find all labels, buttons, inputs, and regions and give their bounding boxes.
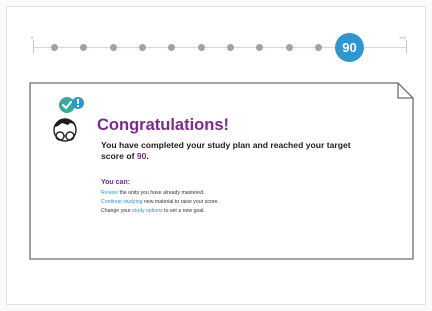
option-study-options: Change your study options to set a new g…	[101, 208, 205, 214]
you-can-heading: You can:	[101, 179, 131, 186]
progress-max-label: 100	[399, 35, 406, 40]
student-glasses-icon	[53, 97, 84, 142]
card-title: Congratulations!	[97, 116, 229, 134]
current-score-badge: 90	[335, 33, 364, 62]
progress-dot	[227, 44, 234, 51]
change-text-end: to set a new goal.	[162, 208, 205, 214]
review-text: the units you have already mastered.	[118, 190, 205, 196]
target-score: 90	[136, 150, 147, 161]
progress-dot	[139, 44, 146, 51]
card-subtitle: You have completed your study plan and r…	[101, 140, 371, 161]
exclamation-badge-icon	[72, 97, 84, 109]
subtitle-end: .	[146, 150, 149, 161]
continue-studying-link[interactable]: Continue studying	[101, 199, 143, 205]
option-review: Review the units you have already master…	[101, 190, 205, 196]
review-link[interactable]: Review	[101, 190, 118, 196]
progress-dot	[110, 44, 117, 51]
progress-dot	[51, 44, 58, 51]
progress-dot	[168, 44, 175, 51]
study-options-link[interactable]: study options	[132, 208, 163, 214]
progress-min-label: 0	[31, 35, 34, 40]
change-text: Change your	[101, 208, 133, 214]
progress-dot	[286, 44, 293, 51]
progress-start-tick	[33, 40, 34, 54]
progress-dot	[256, 44, 263, 51]
progress-dot	[198, 44, 205, 51]
progress-end-tick	[406, 40, 407, 54]
progress-dot	[80, 44, 87, 51]
option-continue: Continue studying new material to raise …	[101, 199, 219, 205]
continue-text: new material to raise your score.	[142, 199, 219, 205]
congratulations-card: Congratulations! You have completed your…	[29, 82, 414, 260]
progress-dot	[315, 44, 322, 51]
